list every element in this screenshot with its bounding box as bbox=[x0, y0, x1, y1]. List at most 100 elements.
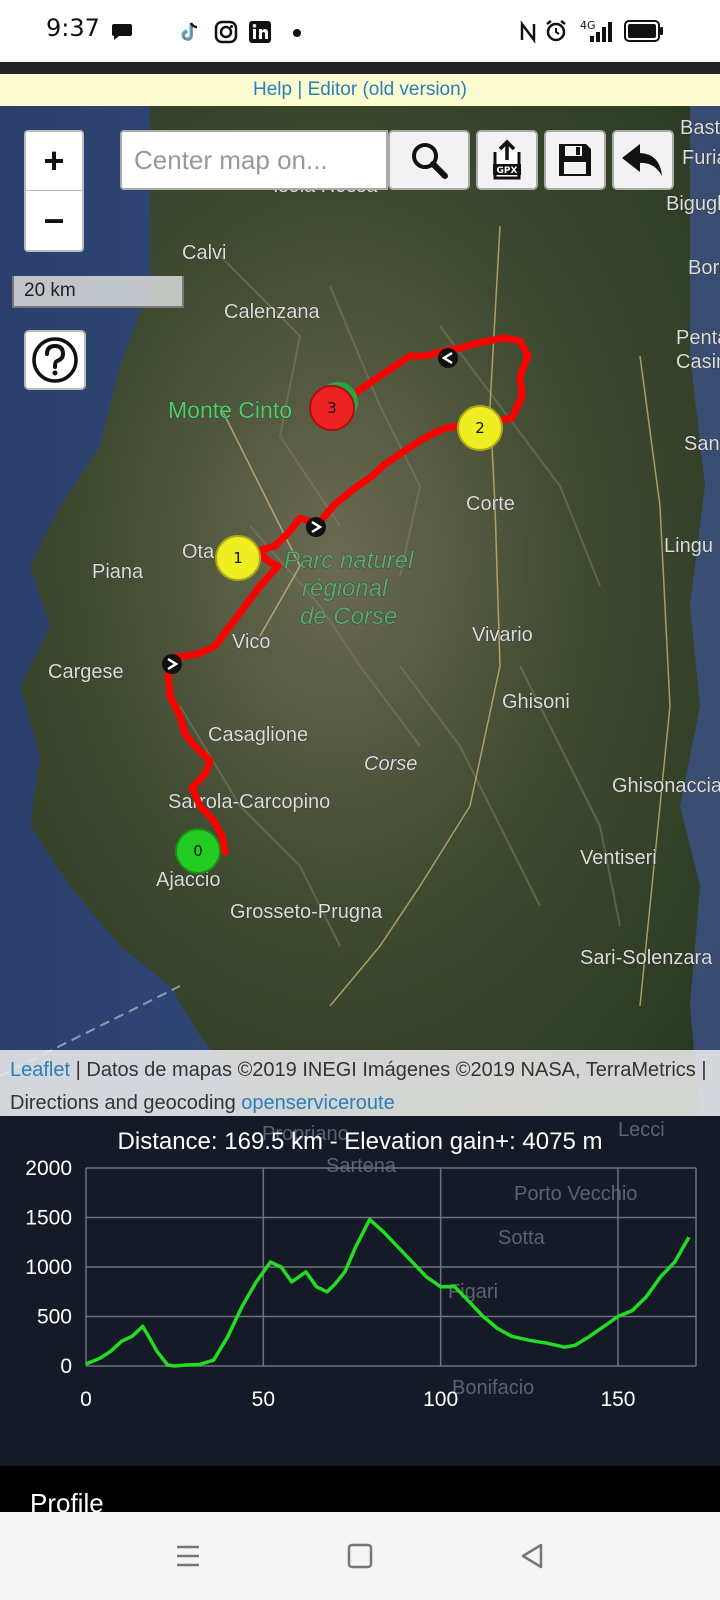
waypoint-1[interactable]: 1 bbox=[215, 535, 261, 581]
bg-label-sartena: Sartena bbox=[326, 1155, 397, 1177]
save-icon bbox=[559, 144, 591, 176]
bg-label-porto-vecchio: Porto Vecchio bbox=[514, 1183, 637, 1205]
gpx-upload-icon: GPX bbox=[493, 139, 521, 180]
map-view[interactable]: Isola Rossa Calvi Calenzana Monte Cinto … bbox=[0, 106, 720, 1116]
save-button[interactable] bbox=[544, 130, 606, 190]
back-triangle-icon bbox=[521, 1543, 543, 1569]
help-editor-bar: Help | Editor (old version) bbox=[0, 74, 720, 106]
y-tick-label: 1500 bbox=[25, 1207, 72, 1230]
undo-icon bbox=[622, 144, 662, 176]
label-park-1: Parc naturel bbox=[284, 547, 414, 574]
question-icon bbox=[32, 337, 78, 383]
label-casin: Casin bbox=[676, 351, 720, 373]
y-tick-label: 500 bbox=[37, 1306, 72, 1329]
waypoint-2[interactable]: 2 bbox=[457, 405, 503, 451]
home-button[interactable] bbox=[338, 1534, 382, 1578]
label-borgo: Borgo bbox=[688, 257, 720, 279]
status-bar: 9:37 4G bbox=[0, 0, 720, 62]
gpx-upload-button[interactable]: GPX bbox=[476, 130, 538, 190]
label-ventiseri: Ventiseri bbox=[580, 847, 657, 869]
link-separator: | bbox=[292, 79, 308, 100]
undo-button[interactable] bbox=[612, 130, 674, 190]
label-monte-cinto: Monte Cinto bbox=[168, 397, 292, 423]
label-piana: Piana bbox=[92, 561, 144, 583]
elevation-line bbox=[85, 1217, 691, 1368]
profile-summary-title: Distance: 169.5 km - Elevation gain+: 40… bbox=[117, 1128, 603, 1155]
waypoint-3-label: 3 bbox=[327, 399, 337, 417]
label-casaglione: Casaglione bbox=[208, 724, 308, 746]
openserviceroute-link[interactable]: openserviceroute bbox=[241, 1092, 394, 1114]
label-ajaccio: Ajaccio bbox=[156, 869, 220, 891]
x-tick-label: 150 bbox=[600, 1388, 635, 1411]
search-icon bbox=[412, 143, 448, 179]
label-park-2: régional bbox=[302, 575, 388, 602]
help-button[interactable] bbox=[24, 330, 86, 390]
label-ota: Ota bbox=[182, 541, 215, 563]
home-square-icon bbox=[347, 1543, 373, 1569]
waypoint-0[interactable]: 0 bbox=[175, 828, 221, 874]
label-furiani: Furiani bbox=[682, 147, 720, 169]
zoom-in-button[interactable]: + bbox=[26, 132, 82, 191]
menu-icon bbox=[177, 1545, 199, 1567]
waypoint-2-label: 2 bbox=[475, 419, 485, 437]
label-ghisonaccia: Ghisonaccia bbox=[612, 775, 720, 797]
bg-label-figari: Figari bbox=[448, 1281, 498, 1303]
svg-text:GPX: GPX bbox=[497, 166, 518, 176]
top-divider bbox=[0, 62, 720, 74]
bg-label-sotta: Sotta bbox=[498, 1227, 546, 1249]
label-calenzana: Calenzana bbox=[224, 301, 321, 323]
battery-icon bbox=[624, 20, 663, 42]
label-corse: Corse bbox=[364, 753, 417, 775]
x-tick-label: 100 bbox=[423, 1388, 458, 1411]
label-grosseto-prugna: Grosseto-Prugna bbox=[230, 901, 383, 923]
y-tick-label: 0 bbox=[60, 1355, 72, 1378]
elevation-profile-panel: Propriano Sartena Porto Vecchio Sotta Fi… bbox=[0, 1116, 720, 1466]
system-nav-bar bbox=[0, 1512, 720, 1600]
x-tick-label: 50 bbox=[252, 1388, 275, 1411]
bg-label-bonifacio: Bonifacio bbox=[452, 1377, 534, 1399]
y-tick-label: 1000 bbox=[25, 1256, 72, 1279]
signal-4g-icon: 4G bbox=[580, 19, 612, 42]
center-map-search-input[interactable] bbox=[120, 130, 388, 190]
search-button[interactable] bbox=[388, 130, 470, 190]
nfc-icon bbox=[520, 20, 536, 44]
alarm-icon bbox=[546, 20, 566, 42]
leaflet-link[interactable]: Leaflet bbox=[10, 1059, 70, 1081]
menu-button[interactable] bbox=[166, 1534, 210, 1578]
profile-background-places: Propriano Sartena Porto Vecchio Sotta Fi… bbox=[262, 1119, 665, 1399]
label-calvi: Calvi bbox=[182, 242, 226, 264]
label-penta: Penta bbox=[676, 327, 720, 349]
label-park-3: de Corse bbox=[300, 603, 397, 630]
waypoint-0-label: 0 bbox=[193, 842, 203, 860]
tiktok-icon bbox=[181, 22, 198, 41]
label-sant: Sant bbox=[684, 433, 720, 455]
dot-icon bbox=[293, 29, 301, 37]
waypoint-1-label: 1 bbox=[233, 549, 243, 567]
map-scale: 20 km bbox=[12, 276, 184, 308]
label-cargese: Cargese bbox=[48, 661, 124, 683]
help-link[interactable]: Help bbox=[253, 79, 292, 100]
back-button[interactable] bbox=[510, 1534, 554, 1578]
label-lingu: Lingu bbox=[664, 535, 713, 557]
label-vivario: Vivario bbox=[472, 624, 533, 646]
label-bastia: Bastia bbox=[680, 117, 720, 139]
chat-bubble-icon bbox=[112, 24, 132, 40]
satellite-map[interactable]: Isola Rossa Calvi Calenzana Monte Cinto … bbox=[0, 106, 720, 1116]
zoom-control: + − bbox=[24, 130, 84, 252]
label-vico: Vico bbox=[232, 631, 271, 653]
y-tick-label: 2000 bbox=[25, 1157, 72, 1180]
zoom-out-button[interactable]: − bbox=[26, 191, 82, 250]
label-sari-solenzara: Sari-Solenzara bbox=[580, 947, 713, 969]
label-ghisoni: Ghisoni bbox=[502, 691, 570, 713]
instagram-icon bbox=[214, 20, 238, 44]
section-header-bar: Profile bbox=[0, 1466, 720, 1518]
label-corte: Corte bbox=[466, 493, 515, 515]
label-biguglia: Biguglia bbox=[666, 193, 720, 215]
status-time: 9:37 bbox=[46, 14, 100, 42]
x-tick-label: 0 bbox=[80, 1388, 92, 1411]
network-type-label: 4G bbox=[580, 19, 596, 32]
elevation-chart: Propriano Sartena Porto Vecchio Sotta Fi… bbox=[25, 1119, 697, 1411]
linkedin-icon bbox=[249, 21, 271, 43]
editor-old-version-link[interactable]: Editor (old version) bbox=[308, 79, 467, 100]
map-attribution: Leaflet | Datos de mapas ©2019 INEGI Imá… bbox=[0, 1050, 720, 1116]
